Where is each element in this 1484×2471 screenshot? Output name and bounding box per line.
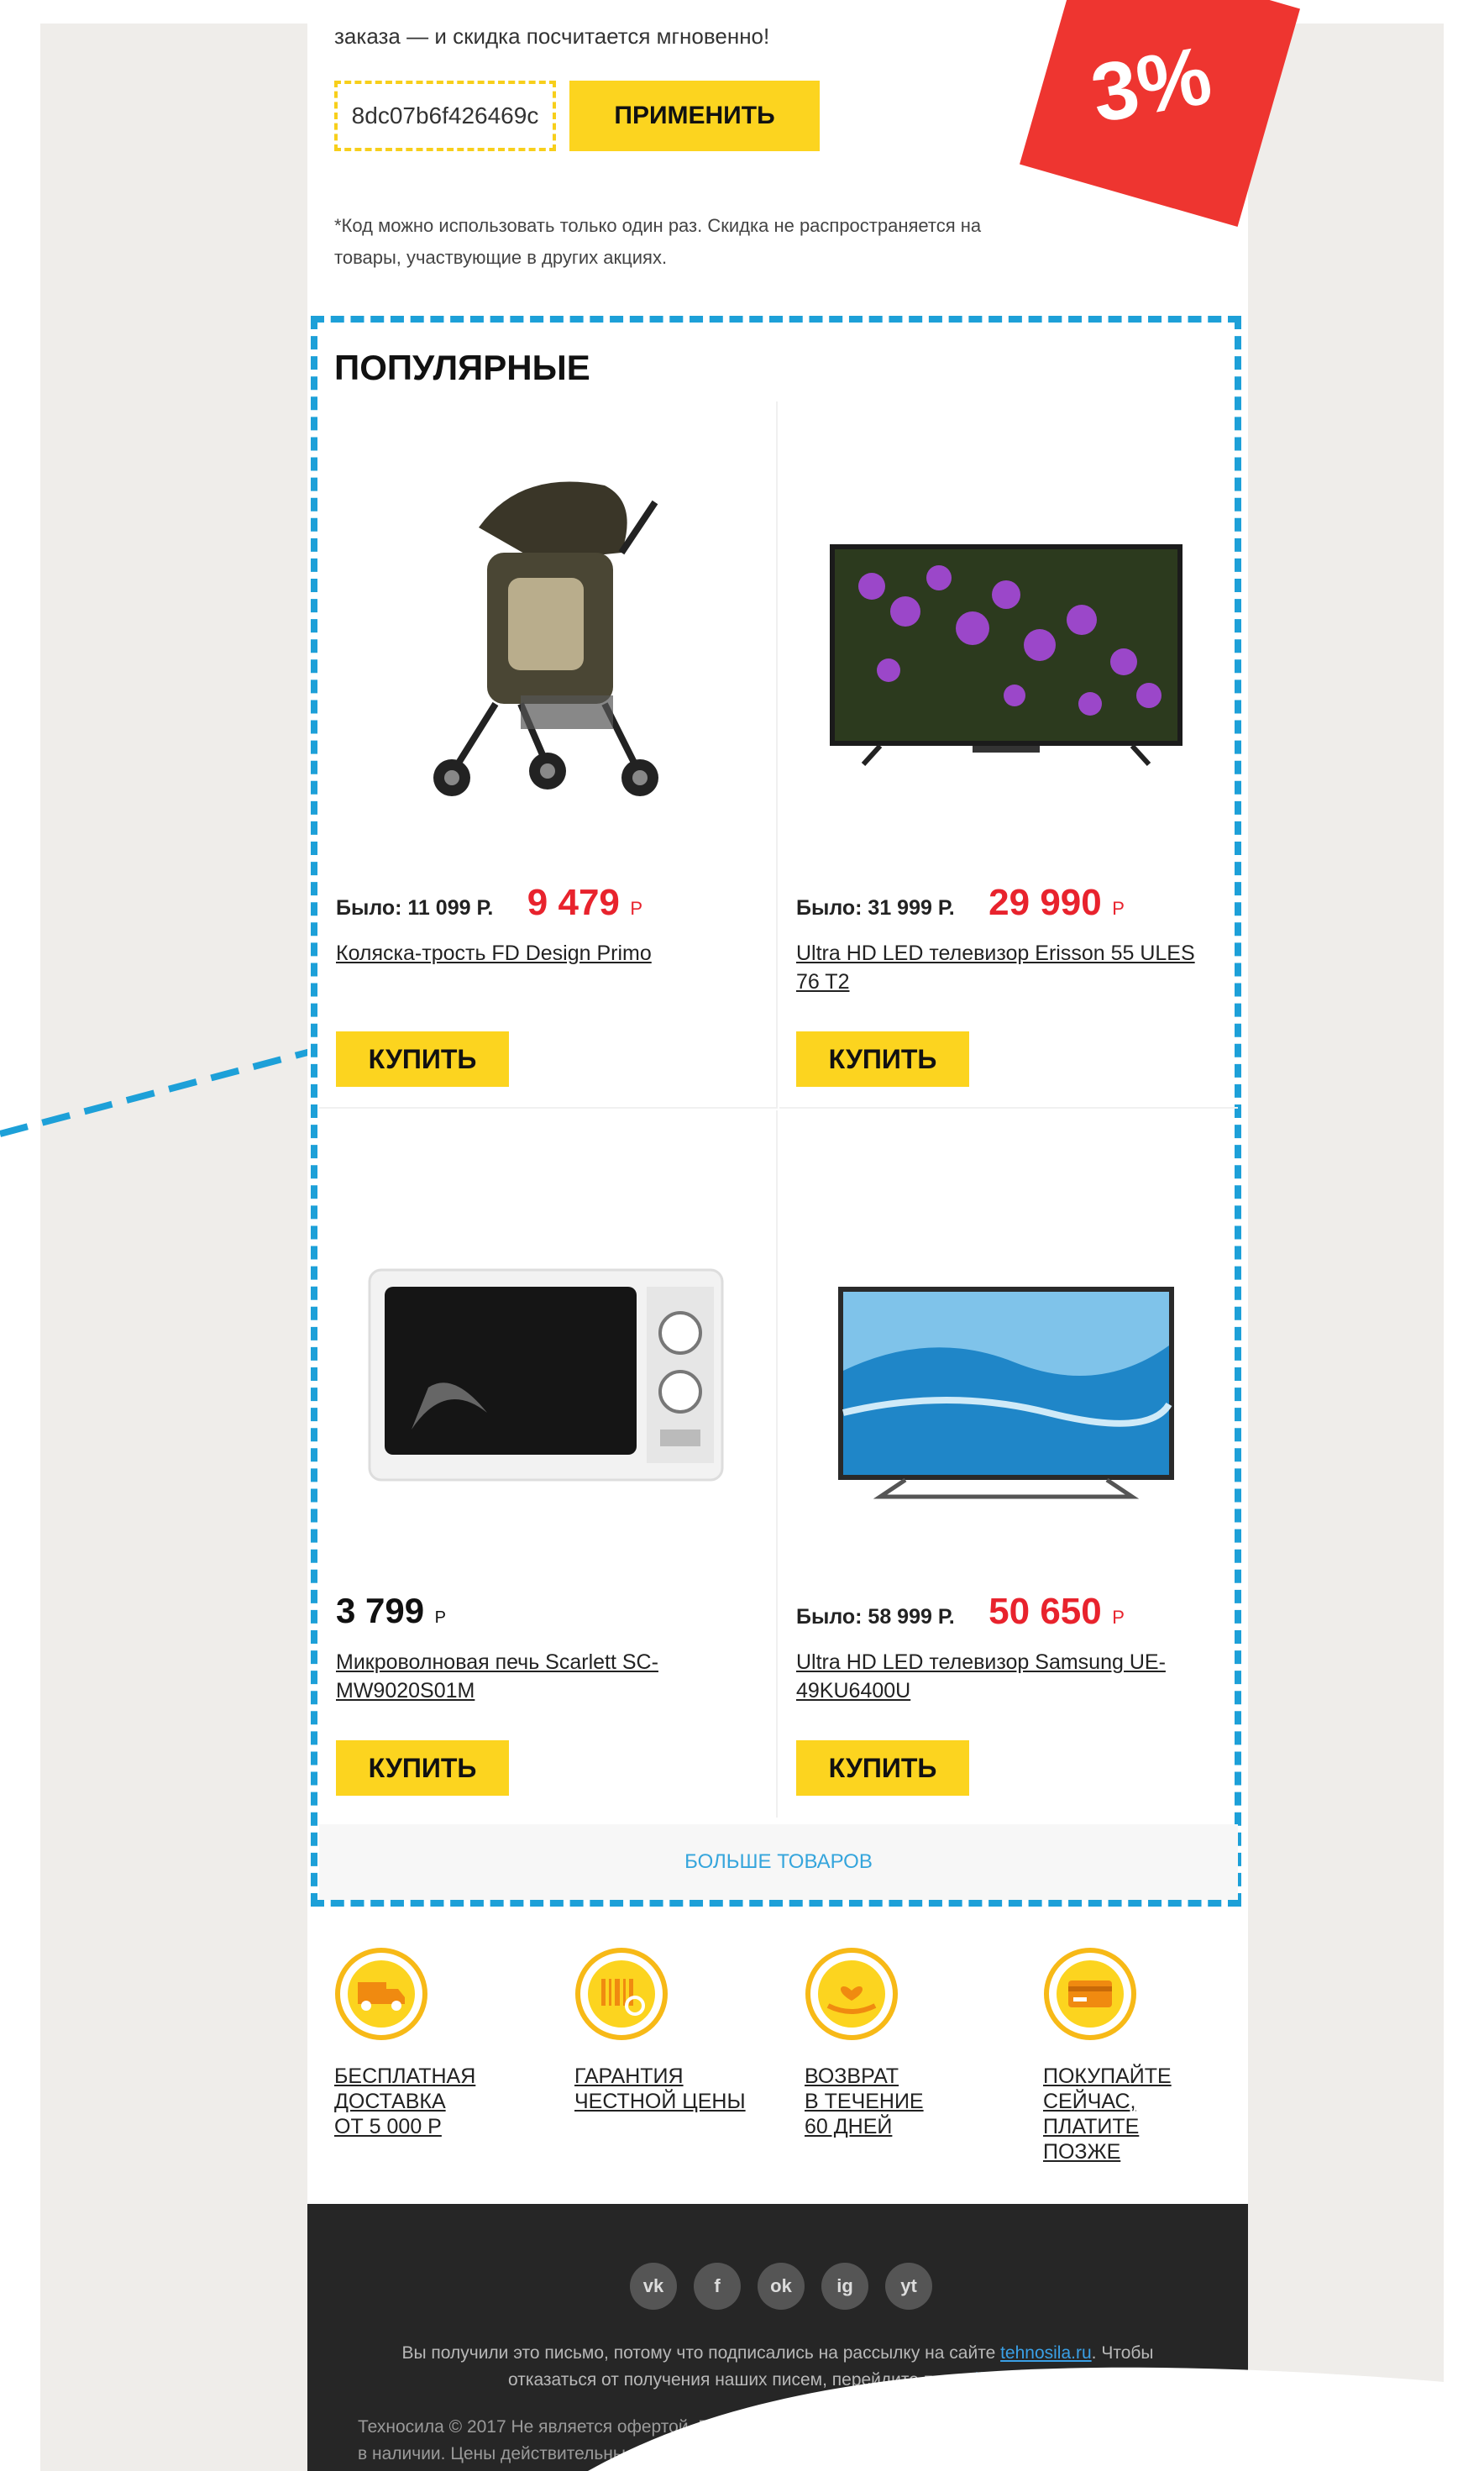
price-row: Было: 31 999 Р. 29 990 Р bbox=[796, 882, 1125, 924]
instagram-icon[interactable]: ig bbox=[821, 2263, 868, 2310]
old-price: Было: 31 999 Р. bbox=[796, 896, 955, 920]
product-name-link[interactable]: Коляска-трость FD Design Primo bbox=[336, 939, 756, 968]
new-price: 29 990 bbox=[988, 882, 1102, 923]
credit-card-icon bbox=[1044, 1948, 1136, 2040]
social-links: vk f ok ig yt bbox=[630, 2263, 932, 2310]
promo-disclaimer: *Код можно использовать только один раз.… bbox=[334, 215, 982, 268]
new-price: 9 479 bbox=[527, 882, 620, 923]
feature-label: ВОЗВРАТ В ТЕЧЕНИЕ 60 ДНЕЙ bbox=[805, 2064, 924, 2138]
currency-sign: Р bbox=[1112, 898, 1125, 919]
email-body: заказа — и скидка посчитается мгновенно!… bbox=[307, 0, 1300, 2471]
more-products-link[interactable]: БОЛЬШЕ ТОВАРОВ bbox=[319, 1824, 1238, 1900]
youtube-icon[interactable]: yt bbox=[885, 2263, 932, 2310]
microwave-image bbox=[368, 1268, 724, 1482]
odnoklassniki-icon[interactable]: ok bbox=[758, 2263, 805, 2310]
feature-returns[interactable]: ВОЗВРАТ В ТЕЧЕНИЕ 60 ДНЕЙ bbox=[805, 1947, 1006, 2139]
product-name-link[interactable]: Ultra HD LED телевизор Erisson 55 ULES 7… bbox=[796, 939, 1216, 996]
decorative-wave bbox=[588, 2367, 1484, 2471]
product-card: Было: 58 999 Р. 50 650 Р Ultra HD LED те… bbox=[779, 1110, 1238, 1818]
stroller-image bbox=[433, 481, 658, 796]
old-price: Было: 11 099 Р. bbox=[336, 896, 494, 920]
feature-label: ПОКУПАЙТЕ СЕЙЧАС, ПЛАТИТЕ ПОЗЖЕ bbox=[1043, 2064, 1172, 2164]
product-name-link[interactable]: Ultra HD LED телевизор Samsung UE-49KU64… bbox=[796, 1648, 1216, 1705]
vk-icon[interactable]: vk bbox=[630, 2263, 677, 2310]
product-card: 3 799 Р Микроволновая печь Scarlett SC-M… bbox=[319, 1110, 778, 1818]
price: 3 799 bbox=[336, 1591, 425, 1630]
hand-heart-icon bbox=[805, 1948, 898, 2040]
buy-button[interactable]: КУПИТЬ bbox=[336, 1031, 509, 1087]
product-card: Было: 31 999 Р. 29 990 Р Ultra HD LED те… bbox=[779, 401, 1238, 1109]
buy-button[interactable]: КУПИТЬ bbox=[336, 1740, 509, 1796]
truck-icon bbox=[335, 1948, 427, 2040]
promo-text: заказа — и скидка посчитается мгновенно! bbox=[334, 24, 770, 49]
feature-label: БЕСПЛАТНАЯ ДОСТАВКА ОТ 5 000 Р bbox=[334, 2064, 476, 2138]
price-row: Было: 58 999 Р. 50 650 Р bbox=[796, 1591, 1125, 1633]
tv-image bbox=[830, 544, 1182, 767]
callout-connector-line bbox=[0, 1048, 312, 1137]
old-price: Было: 58 999 Р. bbox=[796, 1605, 955, 1629]
tv-image bbox=[838, 1287, 1174, 1499]
buy-button[interactable]: КУПИТЬ bbox=[796, 1740, 969, 1796]
price-row: Было: 11 099 Р. 9 479 Р bbox=[336, 882, 642, 924]
product-card: Было: 11 099 Р. 9 479 Р Коляска-трость F… bbox=[319, 401, 778, 1109]
feature-price-guarantee[interactable]: ГАРАНТИЯ ЧЕСТНОЙ ЦЕНЫ bbox=[574, 1947, 776, 2114]
currency-sign: Р bbox=[1112, 1607, 1125, 1628]
facebook-icon[interactable]: f bbox=[694, 2263, 741, 2310]
product-grid: Было: 11 099 Р. 9 479 Р Коляска-трость F… bbox=[319, 401, 1238, 1824]
feature-label: ГАРАНТИЯ ЧЕСТНОЙ ЦЕНЫ bbox=[574, 2064, 746, 2113]
price-row: 3 799 Р bbox=[336, 1591, 446, 1631]
currency-sign: Р bbox=[630, 898, 643, 919]
feature-pay-later[interactable]: ПОКУПАЙТЕ СЕЙЧАС, ПЛАТИТЕ ПОЗЖЕ bbox=[1043, 1947, 1245, 2164]
promo-code-field[interactable]: 8dc07b6f426469c bbox=[334, 81, 556, 151]
apply-code-button[interactable]: ПРИМЕНИТЬ bbox=[569, 81, 820, 151]
currency-sign: Р bbox=[434, 1608, 446, 1627]
product-name-link[interactable]: Микроволновая печь Scarlett SC-MW9020S01… bbox=[336, 1648, 756, 1705]
barcode-icon bbox=[575, 1948, 668, 2040]
buy-button[interactable]: КУПИТЬ bbox=[796, 1031, 969, 1087]
discount-badge-label: 3% bbox=[1084, 28, 1219, 140]
section-title: ПОПУЛЯРНЫЕ bbox=[334, 348, 590, 387]
new-price: 50 650 bbox=[988, 1591, 1102, 1632]
feature-free-delivery[interactable]: БЕСПЛАТНАЯ ДОСТАВКА ОТ 5 000 Р bbox=[334, 1947, 536, 2139]
